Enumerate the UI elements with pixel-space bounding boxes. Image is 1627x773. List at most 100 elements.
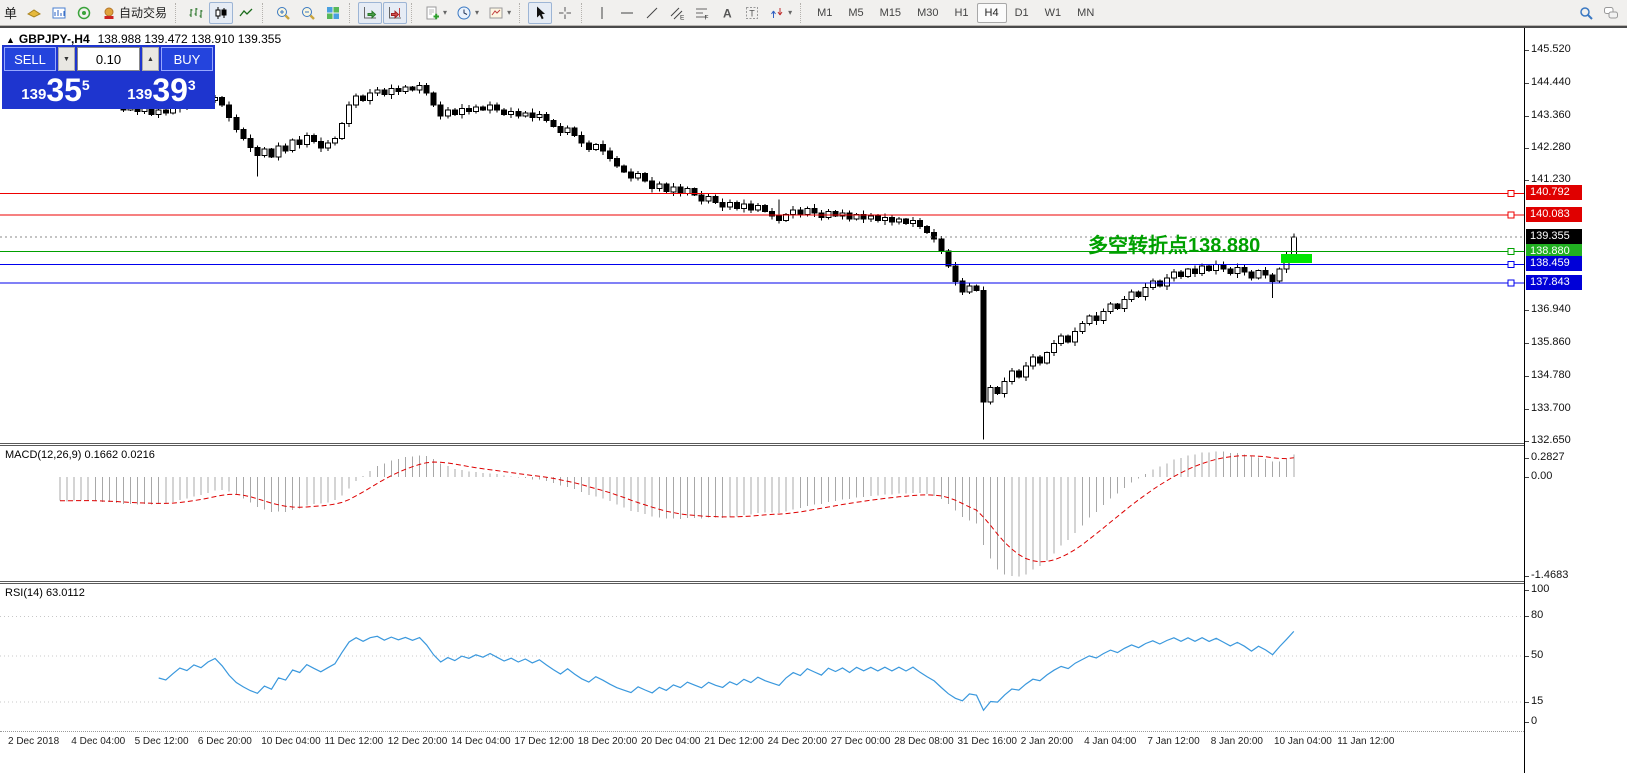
fibonacci-button[interactable]: F [690,2,714,24]
indicators-list-button[interactable]: ▾ [420,2,451,24]
toolbar-separator [581,2,586,23]
sell-price-small: 139 [21,86,47,103]
chart-annotation-text[interactable]: 多空转折点138.880 [1088,229,1260,258]
volume-input[interactable]: 0.10 [77,47,140,71]
trend-icon [646,7,658,18]
price-chart-canvas[interactable] [0,28,1524,443]
sell-button[interactable]: SELL [4,47,56,71]
axis-tick: 134.780 [1525,369,1571,381]
text-label-button[interactable]: T [740,2,764,24]
timeframe-m1-button[interactable]: M1 [809,3,840,23]
rsi-canvas[interactable] [0,584,1524,728]
trendline-button[interactable] [640,2,664,24]
one-click-trading-panel: SELL ▼ 0.10 ▲ BUY 139 35 5 139 39 3 [2,45,215,109]
vline-icon [601,6,603,19]
volume-decrease-button[interactable]: ▼ [58,47,75,71]
candles-icon [215,6,227,19]
axis-tick: 141.230 [1525,173,1571,185]
time-axis[interactable]: 2 Dec 2018 4 Dec 04:00 5 Dec 12:00 6 Dec 20… [0,728,1524,773]
linechart-icon [239,8,253,16]
macd-rsi-splitter[interactable] [0,581,1627,584]
rsi-pane[interactable]: RSI(14) 63.0112 [0,584,1524,728]
auto-scroll-button[interactable] [358,1,383,24]
horizontal-line-button[interactable] [615,2,639,24]
periods-button[interactable]: ▾ [452,2,483,24]
axis-tick: 15 [1524,695,1544,707]
layers-icon-button[interactable] [22,2,46,24]
chartshift-icon [389,6,402,19]
templates-button[interactable]: ▾ [484,2,515,24]
axis-tick: 132.650 [1525,434,1571,446]
timeframe-m5-button[interactable]: M5 [840,3,871,23]
time-label: 8 Jan 20:00 [1210,736,1263,747]
chart-shift-button[interactable] [383,1,408,24]
equidistant-channel-button[interactable]: E [665,2,689,24]
timeframe-m30-button[interactable]: M30 [909,3,946,23]
timeframe-mn-button[interactable]: MN [1069,3,1102,23]
volume-increase-button[interactable]: ▲ [142,47,159,71]
price-tag-140.792: 140.792 [1526,185,1582,200]
collapse-panel-icon[interactable]: ▲ [6,35,15,45]
timeframe-m15-button[interactable]: M15 [872,3,909,23]
price-tag-138.459: 138.459 [1526,256,1582,271]
chevron-down-icon: ▾ [443,8,448,17]
chat-button[interactable] [1599,2,1623,24]
toolbar-separator [800,2,805,23]
axis-tick: 144.440 [1525,76,1571,88]
axis-tick: 142.280 [1525,141,1571,153]
ohlc-values: 138.988 139.472 138.910 139.355 [97,32,282,46]
timeframe-h4-button[interactable]: H4 [976,2,1007,23]
macd-label: MACD(12,26,9) 0.1662 0.0216 [5,449,155,461]
price-axis[interactable]: 145.520 144.440 143.360 142.280 141.230 136.9… [1524,28,1627,773]
timeframe-w1-button[interactable]: W1 [1037,3,1070,23]
new-chart-window-button[interactable] [47,2,71,24]
price-tag-137.843: 137.843 [1526,275,1582,290]
rsi-label: RSI(14) 63.0112 [5,587,85,599]
timeframe-d1-button[interactable]: D1 [1007,3,1037,23]
zoom-in-button[interactable] [271,2,295,24]
bar-chart-button[interactable] [184,2,208,24]
sell-price-sup: 5 [81,77,90,93]
main-toolbar: 单 自动交易 ▾ ▾ ▾ E F A T ▾ M1 M5 M15 M30 H1 H4 D1 W1 MN [0,0,1627,26]
annotation-marker-rect[interactable] [1281,253,1312,263]
search-button[interactable] [1574,2,1598,24]
svg-text:F: F [705,14,709,21]
axis-tick: 80 [1524,609,1544,621]
text-button[interactable]: A [715,2,739,24]
autotrading-button[interactable]: 自动交易 [97,2,171,24]
macd-pane[interactable]: MACD(12,26,9) 0.1662 0.0216 [0,446,1524,581]
market-watch-button[interactable] [72,2,96,24]
timeframe-h1-button[interactable]: H1 [946,3,976,23]
channel-icon: E [670,7,685,21]
toolbar-separator [262,2,267,23]
new-order-partial-label[interactable]: 单 [4,3,17,22]
time-label: 4 Dec 04:00 [71,736,126,747]
chart-title: ▲ GBPJPY-,H4 138.988 139.472 138.910 139.3… [6,32,281,46]
cursor-button[interactable] [528,1,553,24]
hline-icon [621,12,634,13]
zoom-out-button[interactable] [296,2,320,24]
time-label: 27 Dec 00:00 [830,736,891,747]
robot-icon [104,7,114,19]
axis-tick: 0.00 [1524,470,1553,482]
tile-windows-button[interactable] [321,2,345,24]
time-label: 12 Dec 20:00 [387,736,448,747]
svg-text:E: E [680,14,685,21]
arrows-button[interactable]: ▾ [765,2,796,24]
macd-canvas[interactable] [0,446,1524,581]
line-chart-button[interactable] [234,2,258,24]
vertical-line-button[interactable] [590,2,614,24]
candlestick-chart-button[interactable] [209,1,234,24]
bars-icon [189,7,203,18]
time-label: 7 Jan 12:00 [1147,736,1200,747]
price-chart-pane[interactable]: ▲ GBPJPY-,H4 138.988 139.472 138.910 139.3… [0,28,1524,443]
autoscroll-icon [364,6,377,19]
chevron-down-icon: ▾ [788,8,793,17]
crosshair-button[interactable] [553,2,577,24]
price-macd-splitter[interactable] [0,443,1627,446]
buy-button[interactable]: BUY [161,47,213,71]
buy-quote[interactable]: 139 39 3 [110,72,213,106]
axis-tick: -1.4683 [1524,569,1569,581]
time-label: 11 Dec 12:00 [324,736,384,747]
sell-quote[interactable]: 139 35 5 [4,72,107,106]
